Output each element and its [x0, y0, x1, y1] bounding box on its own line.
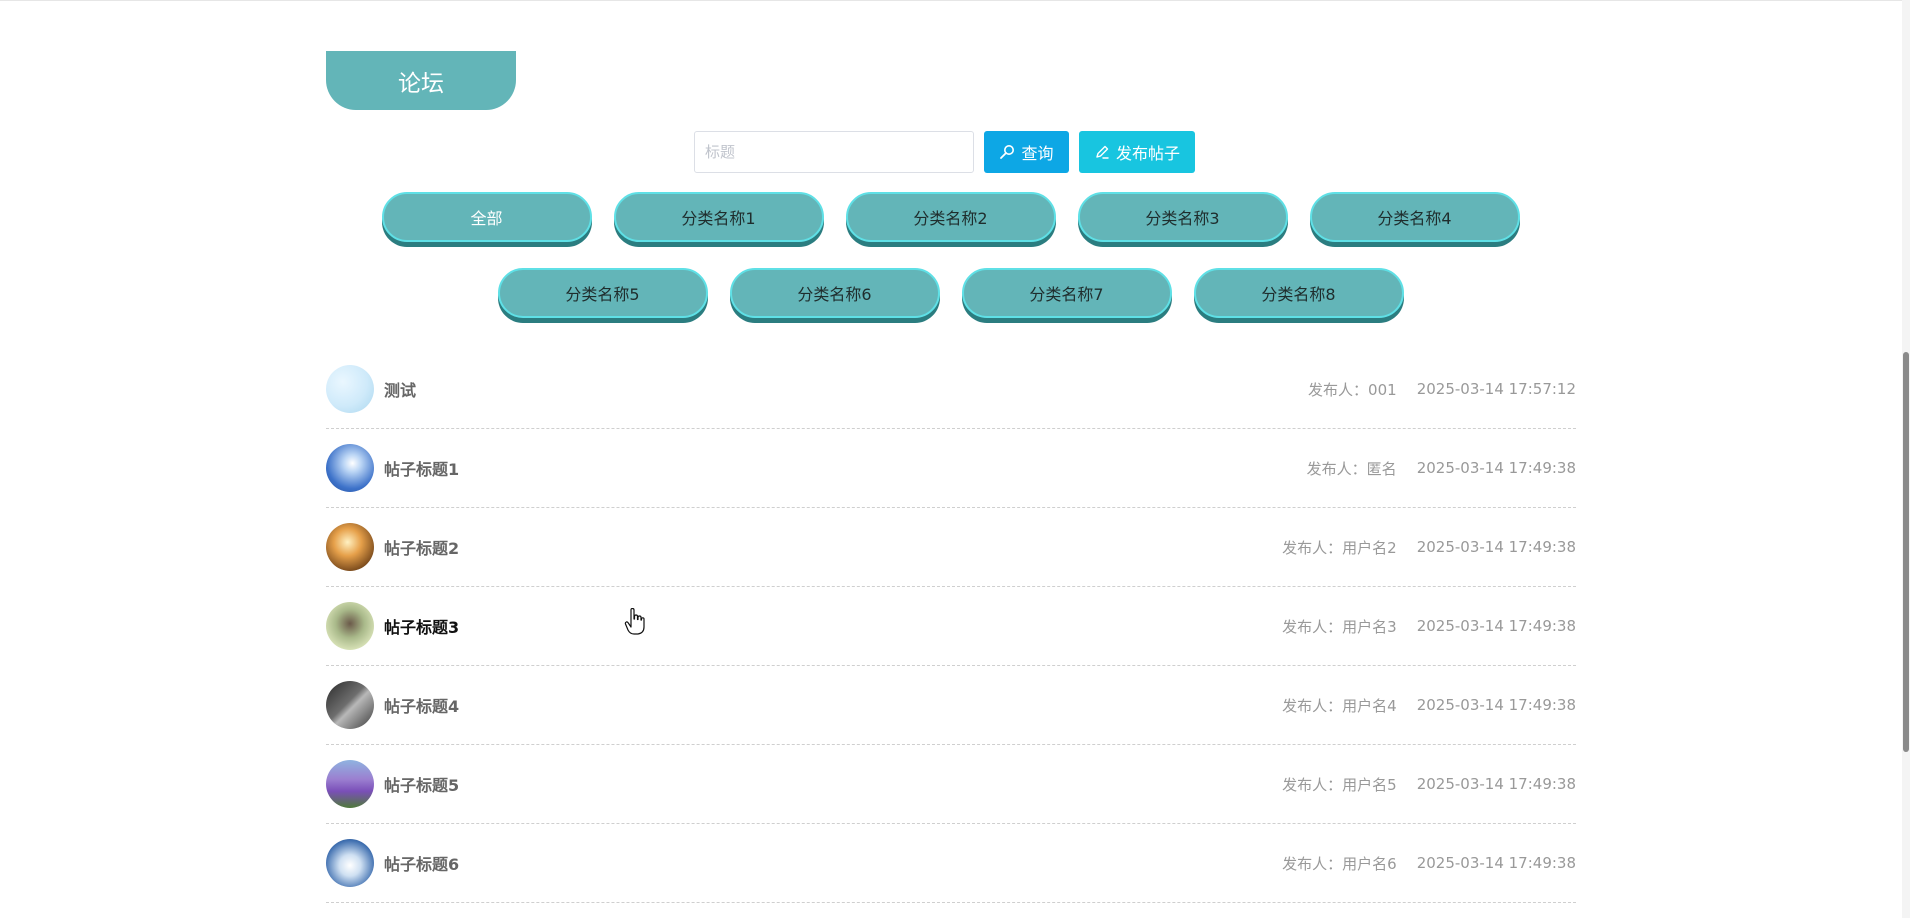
page-title: 论坛 [398, 70, 444, 97]
post-list: 测试 发布人：001 2025-03-14 17:57:12 帖子标题1 发布人… [326, 350, 1576, 903]
category-2[interactable]: 分类名称2 [845, 192, 1056, 242]
category-row: 分类名称5 分类名称6 分类名称7 分类名称8 [326, 268, 1575, 318]
category-6[interactable]: 分类名称6 [729, 268, 940, 318]
post-title: 帖子标题5 [384, 776, 460, 795]
post-title: 帖子标题2 [384, 539, 460, 558]
category-4[interactable]: 分类名称4 [1309, 192, 1520, 242]
forum-title-tab: 论坛 [326, 51, 516, 110]
search-icon [1000, 145, 1015, 159]
edit-icon [1096, 145, 1109, 159]
post-avatar [326, 365, 374, 413]
post-list-item[interactable]: 测试 发布人：001 2025-03-14 17:57:12 [326, 350, 1576, 429]
category-3[interactable]: 分类名称3 [1077, 192, 1288, 242]
post-list-item[interactable]: 帖子标题5 发布人：用户名5 2025-03-14 17:49:38 [326, 745, 1576, 824]
post-avatar [326, 760, 374, 808]
post-author: 发布人：用户名2 [1282, 538, 1397, 557]
post-title: 测试 [384, 381, 417, 400]
post-title: 帖子标题4 [384, 697, 460, 716]
category-row: 全部 分类名称1 分类名称2 分类名称3 分类名称4 [326, 192, 1575, 242]
title-search-input[interactable] [694, 131, 974, 173]
post-avatar [326, 839, 374, 887]
post-author: 发布人：用户名5 [1282, 775, 1397, 794]
post-time: 2025-03-14 17:49:38 [1416, 696, 1576, 714]
hand-pointer-icon [624, 608, 645, 635]
category-all[interactable]: 全部 [381, 192, 592, 242]
post-time: 2025-03-14 17:49:38 [1416, 459, 1576, 477]
query-button[interactable]: 查询 [984, 131, 1069, 173]
top-divider [0, 0, 1910, 1]
search-bar: 查询 发布帖子 [694, 131, 1195, 173]
category-1[interactable]: 分类名称1 [613, 192, 824, 242]
post-author: 发布人：用户名6 [1282, 854, 1397, 873]
category-7[interactable]: 分类名称7 [961, 268, 1172, 318]
post-author: 发布人：用户名4 [1282, 696, 1397, 715]
post-list-item[interactable]: 帖子标题6 发布人：用户名6 2025-03-14 17:49:38 [326, 824, 1576, 903]
post-title: 帖子标题1 [384, 460, 460, 479]
post-time: 2025-03-14 17:49:38 [1416, 775, 1576, 793]
post-time: 2025-03-14 17:49:38 [1416, 617, 1576, 635]
vertical-scrollbar[interactable] [1902, 0, 1910, 918]
publish-post-button[interactable]: 发布帖子 [1079, 131, 1195, 173]
post-list-item[interactable]: 帖子标题4 发布人：用户名4 2025-03-14 17:49:38 [326, 666, 1576, 745]
category-5[interactable]: 分类名称5 [497, 268, 708, 318]
forum-page: 论坛 查询 发布帖子 全部 分类名称1 分类名称2 分类名称3 分类名称4 [0, 0, 1910, 918]
post-list-item[interactable]: 帖子标题3 发布人：用户名3 2025-03-14 17:49:38 [326, 587, 1576, 666]
publish-post-label: 发布帖子 [1115, 144, 1180, 163]
post-author: 发布人：001 [1308, 380, 1397, 399]
scrollbar-thumb[interactable] [1903, 352, 1909, 752]
category-8[interactable]: 分类名称8 [1193, 268, 1404, 318]
post-title: 帖子标题6 [384, 855, 460, 874]
post-title: 帖子标题3 [384, 618, 460, 637]
post-avatar [326, 444, 374, 492]
post-avatar [326, 681, 374, 729]
post-time: 2025-03-14 17:57:12 [1416, 380, 1576, 398]
post-avatar [326, 523, 374, 571]
post-list-item[interactable]: 帖子标题2 发布人：用户名2 2025-03-14 17:49:38 [326, 508, 1576, 587]
post-time: 2025-03-14 17:49:38 [1416, 538, 1576, 556]
post-time: 2025-03-14 17:49:38 [1416, 854, 1576, 872]
post-list-item[interactable]: 帖子标题1 发布人：匿名 2025-03-14 17:49:38 [326, 429, 1576, 508]
post-author: 发布人：用户名3 [1282, 617, 1397, 636]
post-author: 发布人：匿名 [1306, 459, 1397, 478]
post-avatar [326, 602, 374, 650]
query-button-label: 查询 [1021, 144, 1054, 163]
category-filter: 全部 分类名称1 分类名称2 分类名称3 分类名称4 分类名称5 分类名称6 分… [326, 192, 1575, 344]
